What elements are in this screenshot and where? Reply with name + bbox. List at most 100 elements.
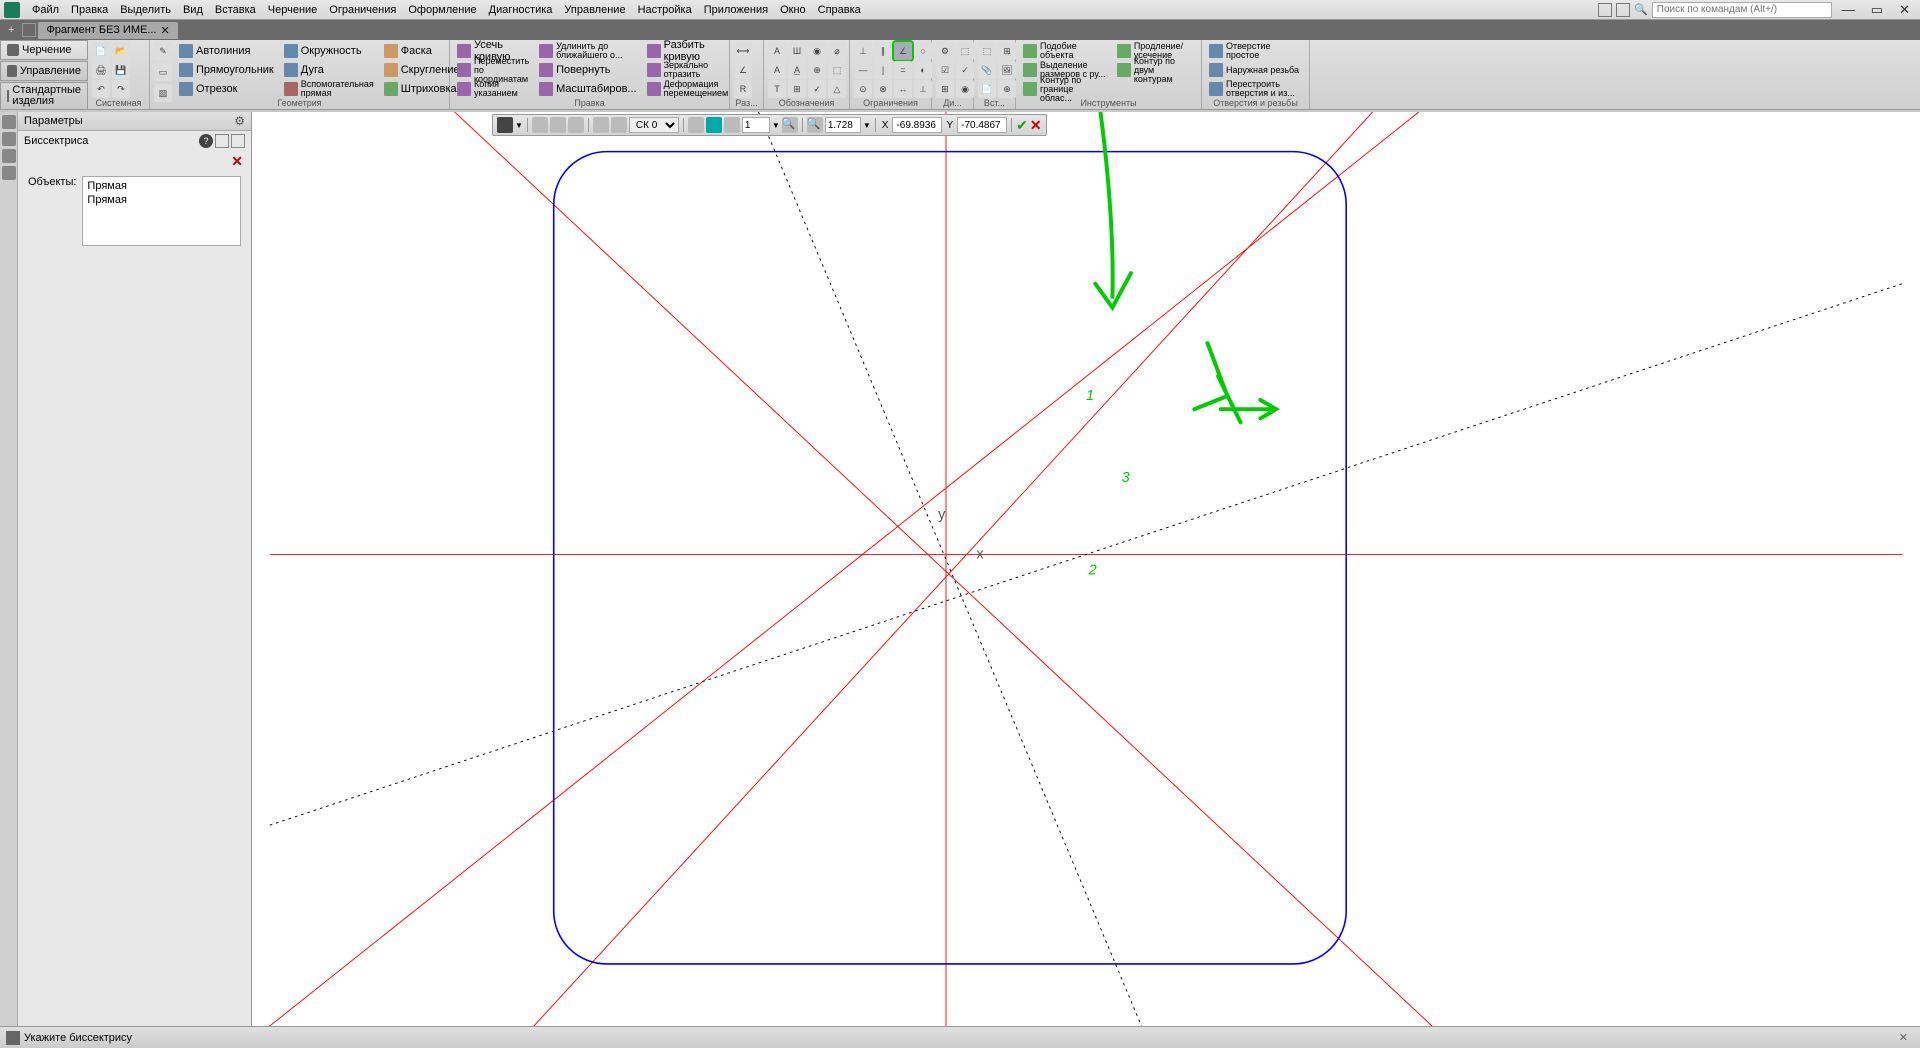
menu-insert[interactable]: Вставка [209, 2, 262, 18]
undo-button[interactable]: ↶ [92, 80, 110, 98]
copy-point-button[interactable]: Копия указанием [454, 80, 532, 98]
con-10[interactable]: ⊗ [874, 80, 892, 98]
ins-4[interactable]: 🖼 [998, 61, 1016, 79]
ft-ortho-icon[interactable] [611, 117, 627, 133]
params-fx-icon[interactable] [2, 149, 16, 163]
scale-button[interactable]: Масштабиров... [536, 80, 639, 98]
redo-button[interactable]: ↷ [112, 80, 130, 98]
ft-zoom-icon[interactable]: 🔍 [807, 117, 823, 133]
move-coords-button[interactable]: Переместить по координатам [454, 61, 532, 79]
diag-3[interactable]: ☑ [936, 61, 954, 79]
con-1[interactable]: ⊥ [854, 42, 872, 60]
menu-help[interactable]: Справка [812, 2, 867, 18]
rebuild-holes-button[interactable]: Перестроить отверстия и из... [1206, 80, 1305, 98]
ins-3[interactable]: 📎 [978, 61, 996, 79]
mirror-button[interactable]: Зеркально отразить [644, 61, 732, 79]
dim-linear-button[interactable]: ⟷ [734, 42, 752, 60]
two-contours-button[interactable]: Контур по двум контурам [1114, 61, 1197, 79]
note-8[interactable]: ⬚ [828, 61, 846, 79]
ft-scale-icon[interactable] [724, 117, 740, 133]
ins-2[interactable]: ⊞ [998, 42, 1016, 60]
new-doc-button[interactable]: 📄 [92, 42, 110, 60]
autoline-button[interactable]: Автолиния [176, 42, 277, 60]
note-11[interactable]: ✓ [808, 80, 826, 98]
menu-constraints[interactable]: Ограничения [323, 2, 402, 18]
menu-file[interactable]: Файл [26, 2, 65, 18]
menu-apps[interactable]: Приложения [698, 2, 774, 18]
ft-zoom-input[interactable] [825, 117, 861, 133]
dim-radius-button[interactable]: R [734, 80, 752, 98]
circle-button[interactable]: Окружность [281, 42, 377, 60]
dim-angle-button[interactable]: ∠ [734, 61, 752, 79]
autoline-icon[interactable]: ✎ [154, 42, 172, 60]
params-close-button[interactable]: ✕ [231, 153, 243, 169]
ins-1[interactable]: ⬚ [978, 42, 996, 60]
params-table-icon[interactable] [2, 132, 16, 146]
document-tab[interactable]: Фрагмент БЕЗ ИМЕ... ✕ [38, 22, 177, 39]
note-6[interactable]: A̲ [788, 61, 806, 79]
menu-formatting[interactable]: Оформление [402, 2, 482, 18]
auxline-button[interactable]: Вспомогательная прямая [281, 80, 377, 98]
menu-diagnostics[interactable]: Диагностика [483, 2, 559, 18]
note-1[interactable]: A [768, 42, 786, 60]
con-5[interactable]: — [854, 61, 872, 79]
con-11[interactable]: ↔ [894, 80, 912, 98]
contour-bound-button[interactable]: Контур по границе облас... [1020, 80, 1110, 98]
drawing-canvas[interactable]: ▼ СК 0 ▼ 🔍 🔍 ▼ X-69.8936 Y-70.4867 ✔ ✕ [252, 112, 1920, 1026]
con-2[interactable]: ∥ [874, 42, 892, 60]
menu-edit[interactable]: Правка [65, 2, 114, 18]
rect-icon[interactable]: ▭ [154, 63, 172, 81]
maximize-icon[interactable] [1616, 3, 1630, 17]
con-7[interactable]: = [894, 61, 912, 79]
vtab-management[interactable]: Управление [0, 61, 88, 81]
ft-mode2-icon[interactable] [706, 117, 722, 133]
note-4[interactable]: ⌀ [828, 42, 846, 60]
params-expand-button[interactable] [215, 134, 229, 148]
menu-management[interactable]: Управление [558, 2, 631, 18]
diag-2[interactable]: ⬚ [956, 42, 974, 60]
open-button[interactable]: 📂 [112, 42, 130, 60]
ins-6[interactable]: ⊕ [998, 80, 1016, 98]
restore-icon[interactable] [1598, 3, 1612, 17]
menu-drawing[interactable]: Черчение [262, 2, 324, 18]
menu-select[interactable]: Выделить [114, 2, 177, 18]
new-tab-button[interactable]: + [2, 24, 20, 36]
minimize-button[interactable]: — [1836, 2, 1861, 17]
ft-confirm-button[interactable]: ✔ [1016, 117, 1028, 134]
con-bisector[interactable]: ∠ [894, 42, 912, 60]
note-12[interactable]: △ [828, 80, 846, 98]
con-8[interactable]: ◐ [914, 61, 932, 79]
params-object-1[interactable]: Прямая [87, 193, 236, 207]
note-10[interactable]: ⊞ [788, 80, 806, 98]
diag-5[interactable]: ⊞ [936, 80, 954, 98]
ft-pen-icon[interactable] [497, 117, 513, 133]
con-12[interactable]: ⟂ [914, 80, 932, 98]
note-7[interactable]: ⊕ [808, 61, 826, 79]
params-collapse-button[interactable] [231, 134, 245, 148]
params-tree-icon[interactable] [2, 115, 16, 129]
params-objects-list[interactable]: Прямая Прямая [82, 176, 241, 246]
params-layers-icon[interactable] [2, 166, 16, 180]
close-button[interactable]: ✕ [1893, 2, 1916, 18]
rotate-button[interactable]: Повернуть [536, 61, 639, 79]
ft-grid-icon[interactable] [593, 117, 609, 133]
con-4[interactable]: ○ [914, 42, 932, 60]
diag-4[interactable]: ✓ [956, 61, 974, 79]
rectangle-button[interactable]: Прямоугольник [176, 61, 277, 79]
menu-settings[interactable]: Настройка [632, 2, 698, 18]
menu-window[interactable]: Окно [774, 2, 812, 18]
vtab-drawing[interactable]: Черчение [0, 40, 88, 60]
note-2[interactable]: Ш [788, 42, 806, 60]
arc-button[interactable]: Дуга [281, 61, 377, 79]
command-search-input[interactable] [1652, 2, 1832, 18]
params-gear-icon[interactable]: ⚙ [234, 114, 245, 128]
status-close-button[interactable]: ✕ [1893, 1031, 1914, 1044]
ft-snap1-icon[interactable] [532, 117, 548, 133]
note-9[interactable]: T [768, 80, 786, 98]
note-5[interactable]: А [768, 61, 786, 79]
ft-snap3-icon[interactable] [568, 117, 584, 133]
menu-view[interactable]: Вид [177, 2, 209, 18]
note-3[interactable]: ◉ [808, 42, 826, 60]
ft-scale-input[interactable] [742, 117, 770, 133]
extend-button[interactable]: Удлинить до ближайшего о... [536, 42, 639, 60]
